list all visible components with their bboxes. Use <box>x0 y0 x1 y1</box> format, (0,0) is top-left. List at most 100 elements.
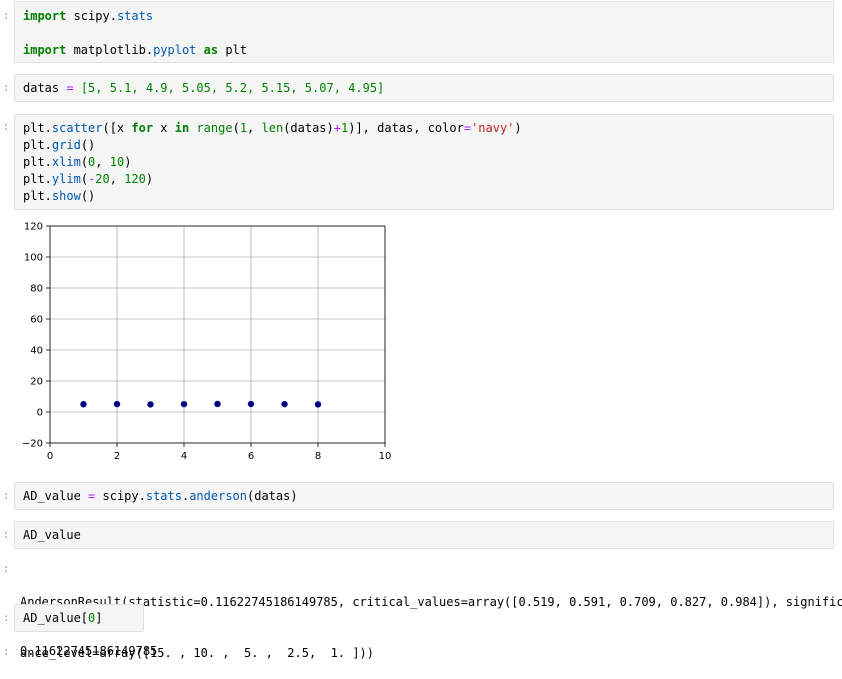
code-token: , <box>109 172 125 186</box>
code-token: import <box>23 9 67 23</box>
code-token: ( <box>80 155 89 169</box>
code-token: AD_value[ <box>23 611 89 625</box>
code-cell-plot[interactable]: plt.scatter([x for x in range(1, len(dat… <box>14 114 834 210</box>
code-token: ylim <box>51 172 81 186</box>
y-tick-label: 0 <box>37 408 43 419</box>
code-token: range <box>196 121 233 135</box>
code-cell-ad-value[interactable]: AD_value <box>14 521 834 549</box>
cell-code[interactable]: datas = [5, 5.1, 4.9, 5.05, 5.2, 5.15, 5… <box>15 75 833 97</box>
cell-code[interactable]: AD_value <box>15 522 833 544</box>
cell-code[interactable]: AD_value[0] <box>15 605 143 627</box>
code-cell-ad-value-index[interactable]: AD_value[0] <box>14 604 144 632</box>
code-token: import <box>23 43 67 57</box>
code-token: ( <box>80 172 89 186</box>
code-token: () <box>80 138 96 152</box>
code-token: )], datas, color <box>348 121 464 135</box>
data-point <box>281 400 288 408</box>
code-line: plt.xlim(0, 10) <box>23 154 833 171</box>
cell-code[interactable]: plt.scatter([x for x in range(1, len(dat… <box>15 115 833 205</box>
code-token: ] <box>95 611 103 625</box>
code-token: plt. <box>23 172 52 186</box>
x-tick-label: 2 <box>114 451 120 462</box>
code-token: len <box>261 121 284 135</box>
code-line: AD_value <box>23 527 833 544</box>
plot-area <box>50 226 385 443</box>
code-token: = <box>66 81 74 95</box>
code-token: plt. <box>23 189 52 203</box>
cell-code[interactable]: import scipy.stats import matplotlib.pypl… <box>15 2 833 59</box>
code-token: anderson <box>189 489 247 503</box>
cell-gutter: : <box>3 528 10 541</box>
code-token: as <box>203 43 219 57</box>
y-tick-label: −20 <box>22 439 43 450</box>
code-token: () <box>80 189 96 203</box>
code-token: x <box>153 121 175 135</box>
data-point <box>314 401 322 408</box>
code-token: show <box>51 189 81 203</box>
data-point <box>214 400 221 408</box>
data-point <box>80 401 87 408</box>
x-tick-label: 6 <box>248 451 254 462</box>
code-line: import scipy.stats <box>23 8 833 25</box>
code-line: plt.ylim(-20, 120) <box>23 171 833 188</box>
cell-gutter: : <box>3 9 10 22</box>
code-token: AD_value <box>23 528 81 542</box>
code-token: 10 <box>109 155 125 169</box>
code-line: import matplotlib.pyplot as plt <box>23 42 833 59</box>
code-token: (datas) <box>283 121 334 135</box>
cell-gutter: : <box>3 489 10 502</box>
cell-code[interactable]: AD_value = scipy.stats.anderson(datas) <box>15 483 833 505</box>
x-tick-label: 0 <box>47 451 53 462</box>
code-token: in <box>174 121 190 135</box>
code-token: ) <box>124 155 132 169</box>
output-gutter: : <box>3 645 10 658</box>
code-token: 'navy' <box>471 121 515 135</box>
code-token: plt. <box>23 155 52 169</box>
code-token: (datas) <box>247 489 298 503</box>
y-tick-label: 60 <box>30 315 43 326</box>
code-token: pyplot <box>153 43 197 57</box>
code-token: scatter <box>51 121 103 135</box>
ad-value-0-output: 0.11622745186149785 <box>20 644 158 658</box>
code-token: , <box>95 155 110 169</box>
code-token: plt. <box>23 121 52 135</box>
code-cell-imports[interactable]: import scipy.stats import matplotlib.pypl… <box>14 1 834 63</box>
code-line: datas = [5, 5.1, 4.9, 5.05, 5.2, 5.15, 5… <box>23 80 833 97</box>
cell-gutter: : <box>3 81 10 94</box>
code-line: plt.scatter([x for x in range(1, len(dat… <box>23 120 833 137</box>
code-token: ( <box>232 121 240 135</box>
y-tick-label: 120 <box>24 222 43 233</box>
x-tick-label: 10 <box>379 451 392 462</box>
cell-gutter: : <box>3 611 10 624</box>
code-line: AD_value = scipy.stats.anderson(datas) <box>23 488 833 505</box>
code-line: plt.grid() <box>23 137 833 154</box>
output-gutter: : <box>3 562 10 575</box>
data-point <box>247 400 255 408</box>
data-point <box>180 400 188 408</box>
x-tick-label: 8 <box>315 451 321 462</box>
y-tick-label: 20 <box>30 377 43 388</box>
code-token: plt. <box>23 138 52 152</box>
x-tick-label: 4 <box>181 451 187 462</box>
code-token: scipy. <box>66 9 117 23</box>
code-token: grid <box>51 138 81 152</box>
code-token: stats <box>116 9 154 23</box>
code-cell-anderson[interactable]: AD_value = scipy.stats.anderson(datas) <box>14 482 834 510</box>
code-token: + <box>333 121 341 135</box>
data-point <box>113 400 121 408</box>
code-token: , <box>247 121 262 135</box>
code-token: scipy. <box>95 489 146 503</box>
code-token: 1 <box>239 121 248 135</box>
code-token: ([x <box>102 121 132 135</box>
code-cell-datas[interactable]: datas = [5, 5.1, 4.9, 5.05, 5.2, 5.15, 5… <box>14 74 834 102</box>
y-tick-label: 40 <box>30 346 43 357</box>
code-token: stats <box>145 489 182 503</box>
code-token: ) <box>145 172 154 186</box>
code-token: [5, 5.1, 4.9, 5.05, 5.2, 5.15, 5.07, 4.9… <box>80 81 385 95</box>
code-token: datas <box>23 81 67 95</box>
code-token: matplotlib. <box>66 43 154 57</box>
code-token: for <box>131 121 154 135</box>
y-tick-label: 100 <box>24 253 43 264</box>
